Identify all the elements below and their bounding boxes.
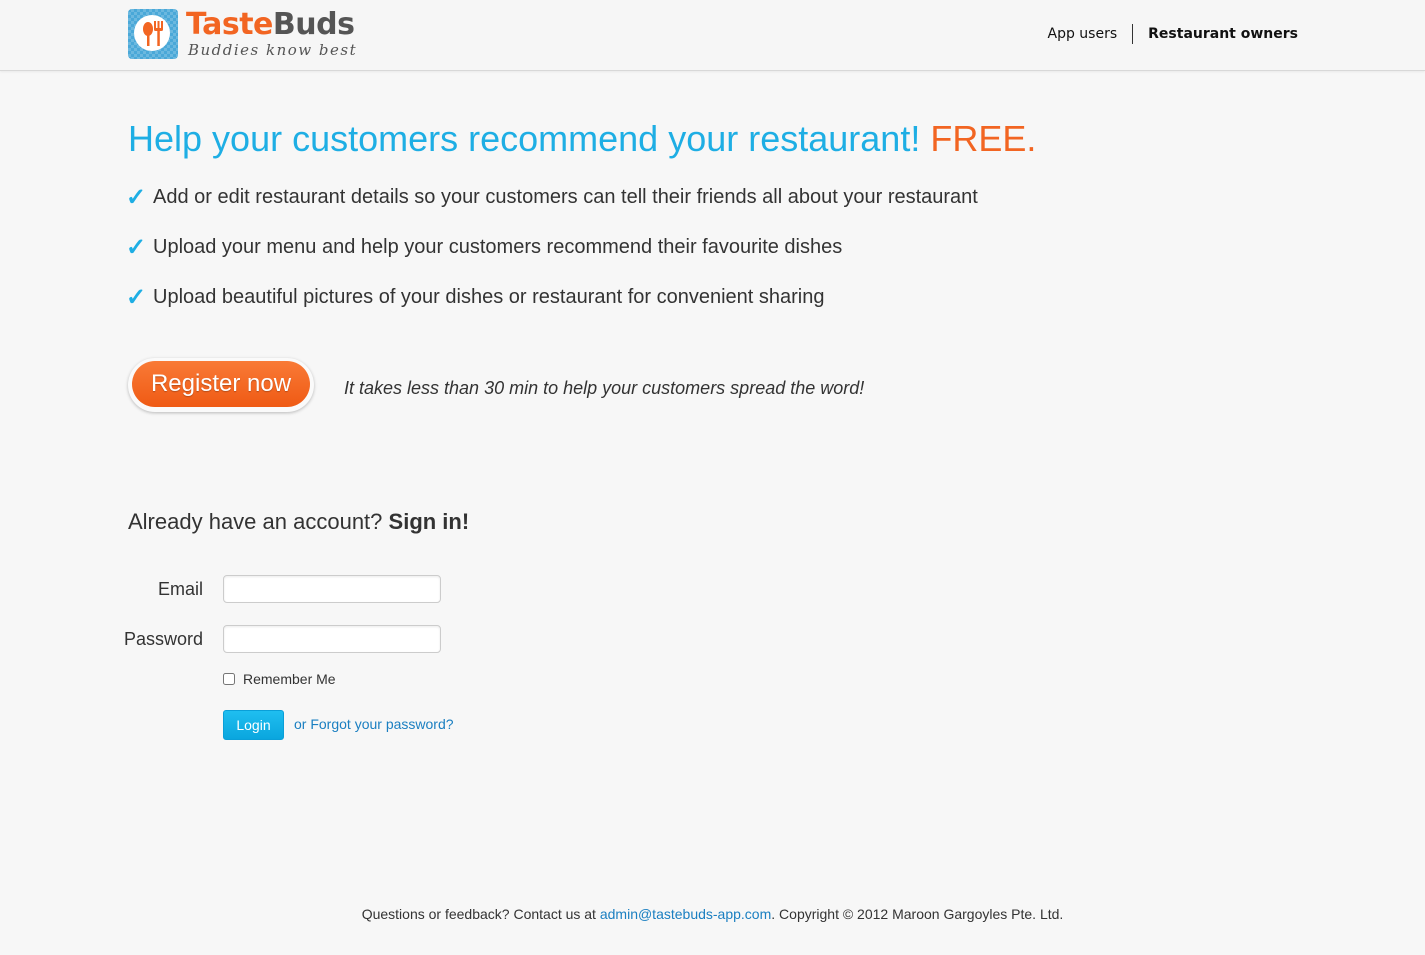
brand-name: TasteBuds xyxy=(186,9,357,41)
feature-list: ✓ Add or edit restaurant details so your… xyxy=(126,183,978,333)
signin-prompt: Already have an account? xyxy=(128,509,383,534)
login-button[interactable]: Login xyxy=(223,710,284,740)
hero-headline-free: FREE. xyxy=(930,118,1037,159)
fork-spoon-logo-icon xyxy=(128,9,178,59)
footer-email-link[interactable]: admin@tastebuds-app.com xyxy=(600,906,771,922)
footer: Questions or feedback? Contact us at adm… xyxy=(0,906,1425,922)
hero-headline-text: Help your customers recommend your resta… xyxy=(128,118,921,159)
register-button-frame: Register now xyxy=(128,358,314,412)
password-label: Password xyxy=(123,629,203,649)
feature-item: ✓ Add or edit restaurant details so your… xyxy=(126,183,978,211)
signin-heading: Already have an account? Sign in! xyxy=(128,509,469,535)
tastebuds-logo[interactable]: TasteBuds Buddies know best xyxy=(128,9,357,59)
feature-text: Upload beautiful pictures of your dishes… xyxy=(153,285,825,308)
checkmark-icon: ✓ xyxy=(126,233,147,261)
feature-text: Upload your menu and help your customers… xyxy=(153,235,843,258)
nav-restaurant-owners[interactable]: Restaurant owners xyxy=(1148,26,1298,42)
feature-item: ✓ Upload beautiful pictures of your dish… xyxy=(126,283,978,311)
brand-name-buds: Buds xyxy=(272,7,355,42)
remember-me-row: Remember Me xyxy=(223,671,336,687)
register-note: It takes less than 30 min to help your c… xyxy=(344,378,865,398)
forgot-password-link[interactable]: or Forgot your password? xyxy=(294,716,454,732)
nav-app-users[interactable]: App users xyxy=(1048,26,1118,42)
remember-me-checkbox[interactable] xyxy=(223,673,235,685)
email-field[interactable] xyxy=(223,575,441,603)
password-field[interactable] xyxy=(223,625,441,653)
feature-item: ✓ Upload your menu and help your custome… xyxy=(126,233,978,261)
checkmark-icon: ✓ xyxy=(126,183,147,211)
footer-prefix: Questions or feedback? Contact us at xyxy=(361,906,596,922)
hero-headline: Help your customers recommend your resta… xyxy=(128,118,1036,160)
remember-me-label: Remember Me xyxy=(243,671,336,687)
nav-divider xyxy=(1132,24,1134,44)
top-header: TasteBuds Buddies know best App users Re… xyxy=(0,0,1425,71)
checkmark-icon: ✓ xyxy=(126,283,147,311)
register-now-button[interactable]: Register now xyxy=(132,361,310,407)
top-nav: App users Restaurant owners xyxy=(1048,24,1298,44)
brand-name-taste: Taste xyxy=(186,7,273,42)
brand-tagline: Buddies know best xyxy=(188,41,358,59)
signin-prompt-bold: Sign in! xyxy=(388,509,470,534)
footer-copyright: . Copyright © 2012 Maroon Gargoyles Pte.… xyxy=(771,906,1064,922)
feature-text: Add or edit restaurant details so your c… xyxy=(153,185,978,208)
email-label: Email xyxy=(157,579,203,599)
